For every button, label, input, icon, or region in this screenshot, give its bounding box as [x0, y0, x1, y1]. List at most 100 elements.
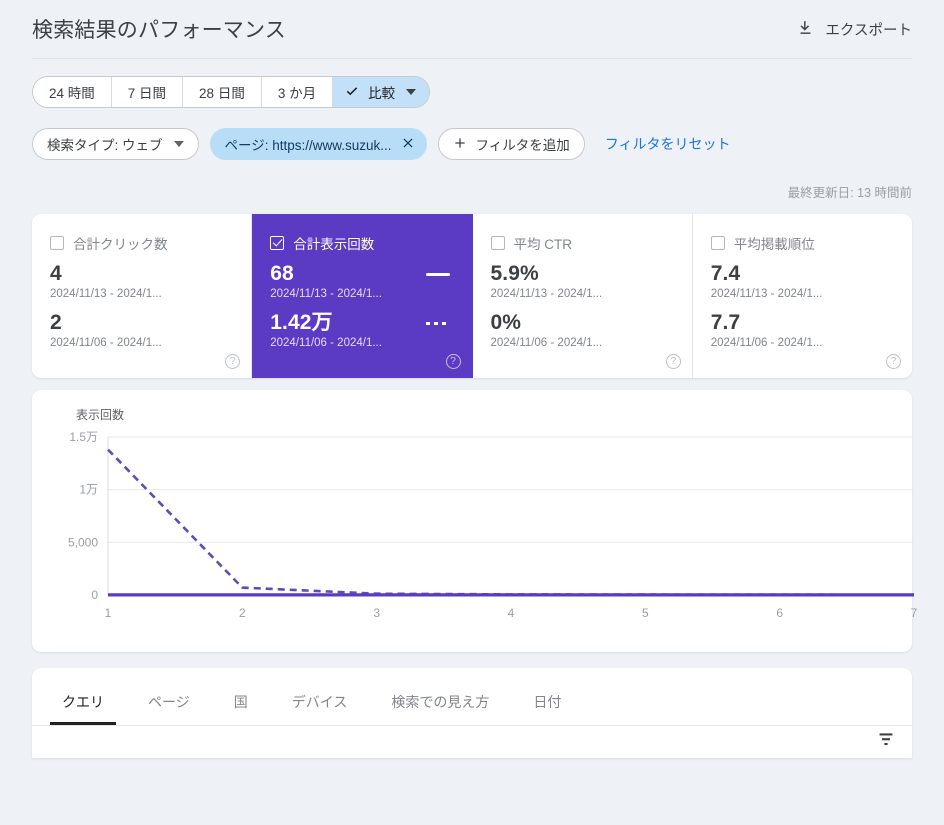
export-button[interactable]: エクスポート	[793, 13, 916, 46]
metric-current-range: 2024/11/13 - 2024/1...	[270, 287, 382, 300]
page-header: 検索結果のパフォーマンス エクスポート	[0, 0, 944, 58]
metric-current-range: 2024/11/13 - 2024/1...	[490, 287, 603, 300]
filter-chip-search-type[interactable]: 検索タイプ: ウェブ	[32, 128, 199, 160]
bottom-wrap: クエリ ページ 国 デバイス 検索での見え方 日付	[0, 652, 944, 758]
chevron-down-icon	[406, 89, 417, 95]
tab-countries[interactable]: 国	[212, 692, 270, 725]
svg-text:1: 1	[105, 606, 112, 620]
date-range-segmented-control[interactable]: 24 時間 7 日間 28 日間 3 か月 比較	[32, 76, 431, 108]
tab-devices[interactable]: デバイス	[270, 692, 370, 725]
card-header: 平均掲載順位	[710, 233, 894, 253]
legend-dashed-line	[425, 321, 450, 325]
metric-name: 合計表示回数	[293, 237, 375, 252]
page-filter-label: ページ: https://www.suzuk...	[224, 138, 392, 153]
metric-previous-value: 1.42万	[270, 310, 333, 334]
svg-text:2: 2	[239, 606, 246, 620]
compare-toggle[interactable]: 比較	[333, 77, 430, 107]
checkbox-icon[interactable]	[490, 236, 505, 250]
add-filter-label: フィルタを追加	[475, 138, 570, 153]
dimension-table-card: クエリ ページ 国 デバイス 検索での見え方 日付	[32, 668, 912, 758]
metric-current-value: 68	[270, 262, 294, 285]
metric-current-value: 4	[50, 262, 62, 285]
svg-text:7: 7	[911, 606, 918, 620]
card-header: 合計クリック数	[50, 233, 233, 253]
svg-text:4: 4	[508, 606, 515, 620]
reset-filters-link[interactable]: フィルタをリセット	[605, 134, 731, 154]
card-header: 合計表示回数	[270, 233, 453, 253]
chart-svg[interactable]: 0 5,000 1万 1.5万 1 2 3 4 5 6 7	[46, 429, 922, 629]
metric-previous-value: 7.7	[710, 310, 741, 334]
help-icon[interactable]: ?	[665, 354, 681, 369]
range-option-7d[interactable]: 7 日間	[111, 77, 184, 107]
metric-current-value: 7.4	[710, 262, 741, 285]
range-option-24h[interactable]: 24 時間	[33, 77, 112, 107]
help-icon[interactable]: ?	[886, 354, 901, 369]
close-icon[interactable]	[401, 136, 415, 153]
tab-queries[interactable]: クエリ	[40, 692, 126, 725]
tab-dates[interactable]: 日付	[511, 692, 583, 725]
dimension-tabs: クエリ ページ 国 デバイス 検索での見え方 日付	[32, 668, 912, 726]
metric-previous-range: 2024/11/06 - 2024/1...	[490, 336, 603, 349]
metric-previous-value: 2	[50, 310, 62, 334]
metric-previous-value: 0%	[490, 310, 522, 334]
help-icon[interactable]: ?	[225, 354, 241, 369]
previous-period-row: 1.42万	[270, 311, 453, 336]
metric-card-impressions[interactable]: 合計表示回数 68 2024/11/13 - 2024/1... 1.42万 2…	[252, 214, 473, 378]
metric-current-range: 2024/11/13 - 2024/1...	[710, 287, 823, 300]
range-option-28d[interactable]: 28 日間	[183, 77, 262, 107]
filter-list-icon[interactable]	[876, 731, 896, 752]
chart-plot-area: 0 5,000 1万 1.5万 1 2 3 4 5 6 7	[46, 429, 918, 629]
previous-period-row: 2	[50, 311, 233, 336]
last-updated-text: 最終更新日: 13 時間前	[787, 186, 912, 200]
svg-text:1万: 1万	[79, 483, 98, 497]
metric-card-clicks[interactable]: 合計クリック数 4 2024/11/13 - 2024/1... 2 2024/…	[32, 214, 253, 378]
metric-card-ctr[interactable]: 平均 CTR 5.9% 2024/11/13 - 2024/1... 0% 20…	[473, 214, 693, 378]
tab-pages[interactable]: ページ	[126, 692, 212, 725]
metric-previous-range: 2024/11/06 - 2024/1...	[270, 336, 382, 349]
export-label: エクスポート	[825, 22, 912, 39]
add-filter-button[interactable]: フィルタを追加	[437, 128, 585, 160]
checkbox-icon[interactable]	[710, 236, 725, 250]
svg-text:5,000: 5,000	[68, 535, 98, 549]
date-range-row: 24 時間 7 日間 28 日間 3 か月 比較	[0, 59, 944, 108]
legend-solid-line	[425, 272, 450, 276]
metric-name: 合計クリック数	[73, 237, 168, 252]
previous-period-row: 0%	[491, 311, 674, 336]
current-period-row: 7.4	[711, 262, 894, 287]
metric-name: 平均掲載順位	[733, 237, 815, 252]
metric-current-range: 2024/11/13 - 2024/1...	[50, 287, 162, 300]
checkbox-icon[interactable]	[270, 236, 285, 250]
previous-period-row: 7.7	[711, 311, 894, 336]
card-header: 平均 CTR	[490, 233, 674, 253]
current-period-row: 5.9%	[491, 262, 674, 287]
plus-icon	[453, 136, 467, 153]
chart-wrap: 表示回数 0 5,000 1万 1.5万 1 2 3 4 5 6 7	[0, 378, 944, 652]
chart-y-axis-title: 表示回数	[76, 408, 125, 422]
metric-previous-range: 2024/11/06 - 2024/1...	[50, 336, 162, 349]
metric-name: 平均 CTR	[513, 237, 573, 252]
metric-current-value: 5.9%	[490, 262, 539, 285]
metric-card-position[interactable]: 平均掲載順位 7.4 2024/11/13 - 2024/1... 7.7 20…	[693, 214, 912, 378]
range-option-3m[interactable]: 3 か月	[261, 77, 334, 107]
metric-cards-wrap: 合計クリック数 4 2024/11/13 - 2024/1... 2 2024/…	[0, 201, 944, 378]
svg-text:5: 5	[642, 606, 649, 620]
filters-row: 検索タイプ: ウェブ ページ: https://www.suzuk... フィル…	[0, 108, 944, 160]
impressions-chart-card: 表示回数 0 5,000 1万 1.5万 1 2 3 4 5 6 7	[32, 390, 918, 652]
page-title: 検索結果のパフォーマンス	[32, 19, 286, 42]
chevron-down-icon	[173, 141, 184, 147]
help-icon[interactable]: ?	[445, 354, 461, 369]
filter-chip-page[interactable]: ページ: https://www.suzuk...	[209, 128, 427, 160]
svg-text:0: 0	[91, 588, 98, 602]
svg-text:3: 3	[373, 606, 380, 620]
compare-label: 比較	[368, 86, 396, 101]
current-period-row: 4	[50, 262, 233, 287]
search-type-label: 検索タイプ: ウェブ	[47, 138, 163, 153]
svg-text:6: 6	[776, 606, 783, 620]
check-icon	[345, 84, 359, 101]
tab-search-appearance[interactable]: 検索での見え方	[369, 692, 511, 725]
metric-previous-range: 2024/11/06 - 2024/1...	[710, 336, 823, 349]
checkbox-icon[interactable]	[50, 236, 64, 250]
download-icon	[797, 19, 814, 39]
current-period-row: 68	[270, 262, 453, 287]
metric-cards: 合計クリック数 4 2024/11/13 - 2024/1... 2 2024/…	[32, 214, 912, 378]
